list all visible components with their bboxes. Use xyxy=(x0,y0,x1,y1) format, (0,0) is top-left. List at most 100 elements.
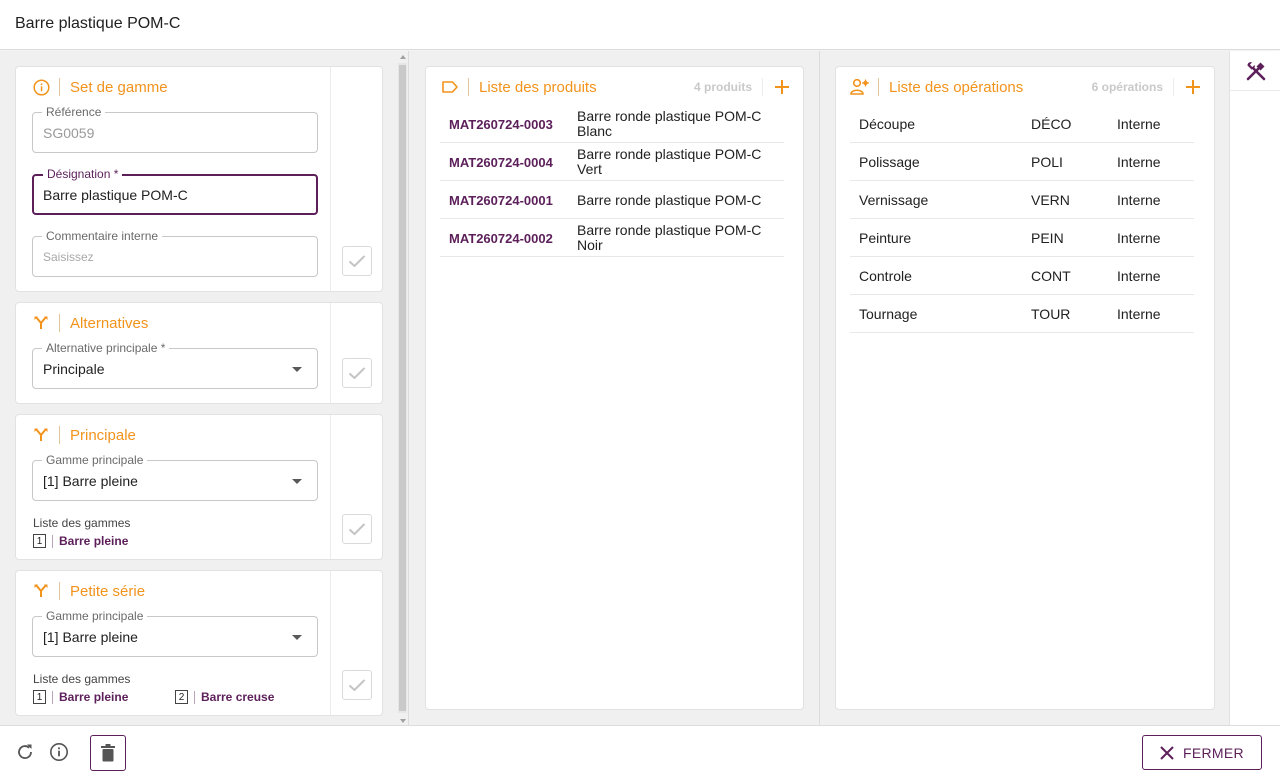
header-separator xyxy=(878,78,879,96)
comment-field[interactable]: Commentaire interne Saisissez xyxy=(32,229,318,277)
info-button[interactable] xyxy=(48,741,70,763)
refresh-button[interactable] xyxy=(14,741,36,763)
reference-field[interactable]: Référence SG0059 xyxy=(32,105,318,153)
petite-serie-range-value: [1] Barre pleine xyxy=(43,629,138,645)
petite-serie-range-item[interactable]: 1 Barre pleine xyxy=(33,690,128,704)
principale-card: Principale Gamme principale [1] Barre pl… xyxy=(15,414,383,560)
products-panel-header: Liste des produits 4 produits xyxy=(440,76,793,98)
alternatives-card: Alternatives Alternative principale * Pr… xyxy=(15,302,383,404)
operation-row[interactable]: Tournage TOUR Interne xyxy=(850,295,1194,333)
header-separator xyxy=(59,314,60,332)
alternatives-card-side xyxy=(330,303,382,403)
product-row[interactable]: MAT260724-0001 Barre ronde plastique POM… xyxy=(440,181,784,219)
product-row[interactable]: MAT260724-0003 Barre ronde plastique POM… xyxy=(440,105,784,143)
operation-code: VERN xyxy=(1031,192,1070,208)
column-divider xyxy=(408,51,409,725)
operation-row[interactable]: Vernissage VERN Interne xyxy=(850,181,1194,219)
petite-serie-range-item[interactable]: 2 Barre creuse xyxy=(175,690,274,704)
operation-row[interactable]: Controle CONT Interne xyxy=(850,257,1194,295)
operation-row[interactable]: Découpe DÉCO Interne xyxy=(850,105,1194,143)
alternatives-validate-button[interactable] xyxy=(342,358,372,388)
tools-button[interactable] xyxy=(1230,51,1280,91)
principale-validate-button[interactable] xyxy=(342,514,372,544)
product-code: MAT260724-0003 xyxy=(449,117,553,132)
close-button[interactable]: FERMER xyxy=(1142,735,1262,770)
window-title: Barre plastique POM-C xyxy=(15,15,181,32)
header-separator xyxy=(1173,78,1174,96)
set-validate-button[interactable] xyxy=(342,246,372,276)
principale-range-label: Gamme principale xyxy=(42,453,148,467)
close-icon xyxy=(1160,745,1174,760)
check-icon xyxy=(348,523,366,536)
principale-range-value: [1] Barre pleine xyxy=(43,473,138,489)
operation-name: Vernissage xyxy=(859,192,929,208)
fork-icon xyxy=(32,314,50,332)
principale-card-side xyxy=(330,415,382,559)
products-panel-title: Liste des produits xyxy=(479,78,597,96)
petite-serie-range-label: Gamme principale xyxy=(42,609,148,623)
range-number: 1 xyxy=(33,690,46,704)
set-card: Set de gamme Référence SG0059 Désignatio… xyxy=(15,66,383,292)
operations-panel: Liste des opérations 6 opérations Découp… xyxy=(835,66,1215,710)
reference-label: Référence xyxy=(42,105,106,119)
plus-icon xyxy=(1186,80,1200,94)
products-panel: Liste des produits 4 produits MAT260724-… xyxy=(425,66,804,710)
operation-name: Tournage xyxy=(859,306,918,322)
operation-name: Controle xyxy=(859,268,912,284)
operation-name: Découpe xyxy=(859,116,916,132)
petite-serie-range-select[interactable]: Gamme principale [1] Barre pleine xyxy=(32,609,318,657)
operations-panel-title: Liste des opérations xyxy=(889,78,1024,96)
scroll-down-arrow[interactable] xyxy=(400,719,406,723)
operations-panel-header: Liste des opérations 6 opérations xyxy=(850,76,1204,98)
check-icon xyxy=(348,679,366,692)
header-separator xyxy=(59,78,60,96)
principale-range-select[interactable]: Gamme principale [1] Barre pleine xyxy=(32,453,318,501)
header-separator xyxy=(762,78,763,96)
designation-field[interactable]: Désignation * Barre plastique POM-C xyxy=(32,167,318,215)
add-product-button[interactable] xyxy=(771,76,793,98)
set-card-title: Set de gamme xyxy=(70,78,168,96)
delete-button[interactable] xyxy=(90,735,126,771)
products-count: 4 produits xyxy=(693,80,752,94)
petite-serie-ranges-label: Liste des gammes xyxy=(33,672,131,686)
fork-icon xyxy=(32,582,50,600)
operation-type: Interne xyxy=(1117,306,1161,322)
chevron-down-icon xyxy=(292,367,302,372)
scroll-up-arrow[interactable] xyxy=(400,55,406,59)
designation-label: Désignation * xyxy=(43,167,123,181)
left-scrollbar[interactable] xyxy=(398,55,407,723)
footer-bar: FERMER xyxy=(0,725,1280,778)
operation-row[interactable]: Polissage POLI Interne xyxy=(850,143,1194,181)
add-operation-button[interactable] xyxy=(1182,76,1204,98)
set-card-side xyxy=(330,67,382,291)
operation-type: Interne xyxy=(1117,154,1161,170)
range-number: 2 xyxy=(175,690,188,704)
range-name: Barre creuse xyxy=(201,690,275,704)
operation-code: TOUR xyxy=(1031,306,1071,322)
header-separator xyxy=(59,426,60,444)
principale-ranges-label: Liste des gammes xyxy=(33,516,131,530)
principale-card-header: Principale xyxy=(32,425,136,445)
range-name: Barre pleine xyxy=(59,690,129,704)
main-alternative-label: Alternative principale * xyxy=(42,341,170,355)
title-bar: Barre plastique POM-C xyxy=(0,0,1280,50)
alternatives-card-title: Alternatives xyxy=(70,314,149,332)
range-number: 1 xyxy=(33,534,46,548)
product-row[interactable]: MAT260724-0004 Barre ronde plastique POM… xyxy=(440,143,784,181)
main-alternative-select[interactable]: Alternative principale * Principale xyxy=(32,341,318,389)
operation-row[interactable]: Peinture PEIN Interne xyxy=(850,219,1194,257)
check-icon xyxy=(348,255,366,268)
operation-type: Interne xyxy=(1117,192,1161,208)
petite-serie-card-header: Petite série xyxy=(32,581,145,601)
designation-value: Barre plastique POM-C xyxy=(43,187,188,203)
scroll-thumb[interactable] xyxy=(399,65,406,711)
column-divider xyxy=(819,51,820,725)
check-icon xyxy=(348,367,366,380)
comment-label: Commentaire interne xyxy=(42,229,163,243)
product-row[interactable]: MAT260724-0002 Barre ronde plastique POM… xyxy=(440,219,784,257)
comment-placeholder: Saisissez xyxy=(43,250,94,264)
principale-range-item[interactable]: 1 Barre pleine xyxy=(33,534,128,548)
principale-card-title: Principale xyxy=(70,426,136,444)
petite-serie-validate-button[interactable] xyxy=(342,670,372,700)
left-column: Set de gamme Référence SG0059 Désignatio… xyxy=(0,51,408,725)
